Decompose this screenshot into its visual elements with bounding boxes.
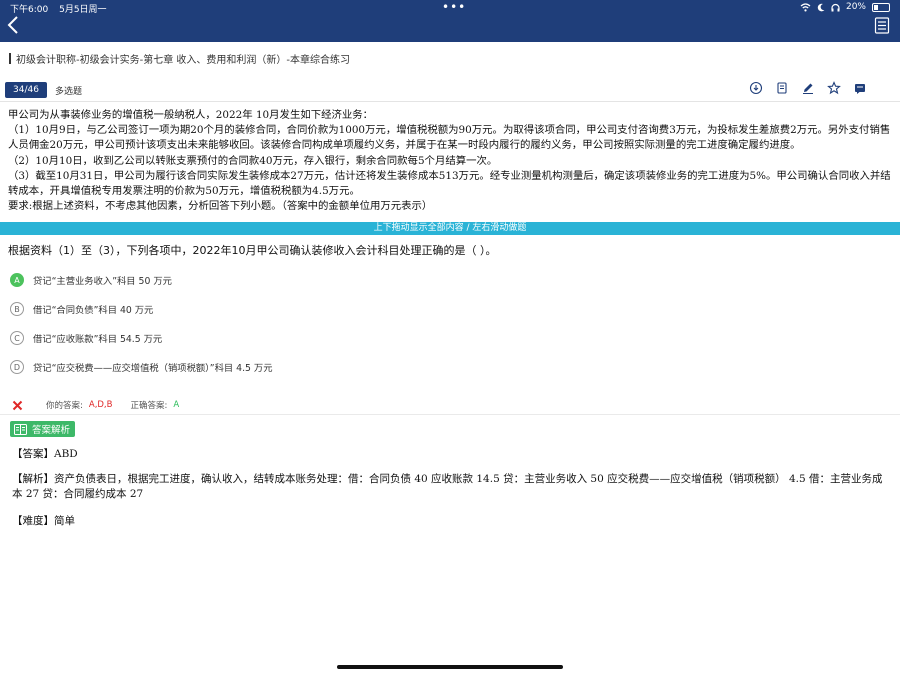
edit-icon[interactable] [801,81,815,95]
option-letter: D [10,360,24,374]
status-indicators: 20% [800,2,890,12]
star-icon[interactable] [827,81,841,95]
moon-icon [817,3,825,11]
analysis-answer: 【答案】ABD [12,448,78,460]
wrong-x-icon [12,400,23,410]
download-icon[interactable] [749,81,763,95]
back-chevron-icon[interactable] [4,14,24,36]
option-text: 借记“应收账款”科目 54.5 万元 [33,334,163,345]
stem-intro: 甲公司为从事装修业务的增值税一般纳税人，2022年 10月发生如下经济业务： [8,109,374,121]
answer-result: 你的答案: A,D,B 正确答案: A [12,396,892,414]
stem-item-3: （3）截至10月31日，甲公司为履行该合同实际发生装修成本27万元，估计还将发生… [8,169,891,198]
breadcrumb-marker [9,53,11,64]
question-toolbar [749,81,867,95]
option-d[interactable]: D 贷记“应交税费——应交增值税（销项税额）”科目 4.5 万元 [10,360,273,374]
headphones-icon [831,3,840,11]
book-icon [14,423,27,435]
header-divider [0,101,900,102]
stem-item-2: （2）10月10日，收到乙公司以转账支票预付的合同款40万元，存入银行，剩余合同… [8,154,498,167]
your-answer-label: 你的答案: [46,401,83,411]
drag-divider[interactable]: 上下拖动显示全部内容 / 左右滑动做题 [0,222,900,235]
battery-percent: 20% [845,2,866,12]
answer-sheet-icon[interactable] [874,17,890,34]
question-number-badge: 34/46 [5,82,47,98]
option-letter: B [10,302,24,316]
option-a[interactable]: A 贷记“主营业务收入”科目 50 万元 [10,273,172,287]
question-header: 34/46 多选题 [5,79,895,101]
breadcrumb-text: 初级会计职称-初级会计实务-第七章 收入、费用和利润（新）-本章综合练习 [16,55,351,66]
status-date: 5月5日周一 [59,5,107,15]
your-answer-value: A,D,B [88,400,113,410]
option-b[interactable]: B 借记“合同负债”科目 40 万元 [10,302,153,316]
correct-answer-value: A [173,400,180,410]
analysis-badge: 答案解析 [10,421,76,437]
option-text: 贷记“应交税费——应交增值税（销项税额）”科目 4.5 万元 [33,363,273,374]
analysis-explanation: 【解析】资产负债表日，根据完工进度，确认收入，结转成本账务处理：借：合同负债 4… [12,473,883,500]
correct-answer-label: 正确答案: [130,401,168,411]
top-bar: 下午6:00 5月5日周一 ••• 20% [0,0,900,42]
analysis-badge-label: 答案解析 [32,425,71,436]
home-indicator[interactable] [337,665,563,669]
wifi-icon [800,2,811,11]
breadcrumb: 初级会计职称-初级会计实务-第七章 收入、费用和利润（新）-本章综合练习 [9,51,350,66]
stem-item-1: （1）10月9日，与乙公司签订一项为期20个月的装修合同，合同价款为1000万元… [8,124,891,152]
battery-icon [872,2,890,12]
analysis-difficulty: 【难度】简单 [12,515,75,527]
result-divider [0,414,900,415]
copy-icon[interactable] [775,81,789,95]
option-letter: A [10,273,24,287]
sub-question: 根据资料（1）至（3），下列各项中，2022年10月甲公司确认装修收入会计科目处… [8,244,497,257]
note-icon[interactable] [853,81,867,95]
question-stem: 甲公司为从事装修业务的增值税一般纳税人，2022年 10月发生如下经济业务： （… [8,108,892,214]
option-text: 贷记“主营业务收入”科目 50 万元 [33,276,172,287]
option-c[interactable]: C 借记“应收账款”科目 54.5 万元 [10,331,162,345]
stem-requirement: 要求:根据上述资料，不考虑其他因素，分析回答下列小题。（答案中的金额单位用万元表… [8,200,433,213]
multitask-dots[interactable]: ••• [442,0,466,14]
question-type: 多选题 [54,86,82,97]
option-text: 借记“合同负债”科目 40 万元 [33,305,154,316]
option-letter: C [10,331,24,345]
status-time-date: 下午6:00 5月5日周一 [10,2,115,15]
